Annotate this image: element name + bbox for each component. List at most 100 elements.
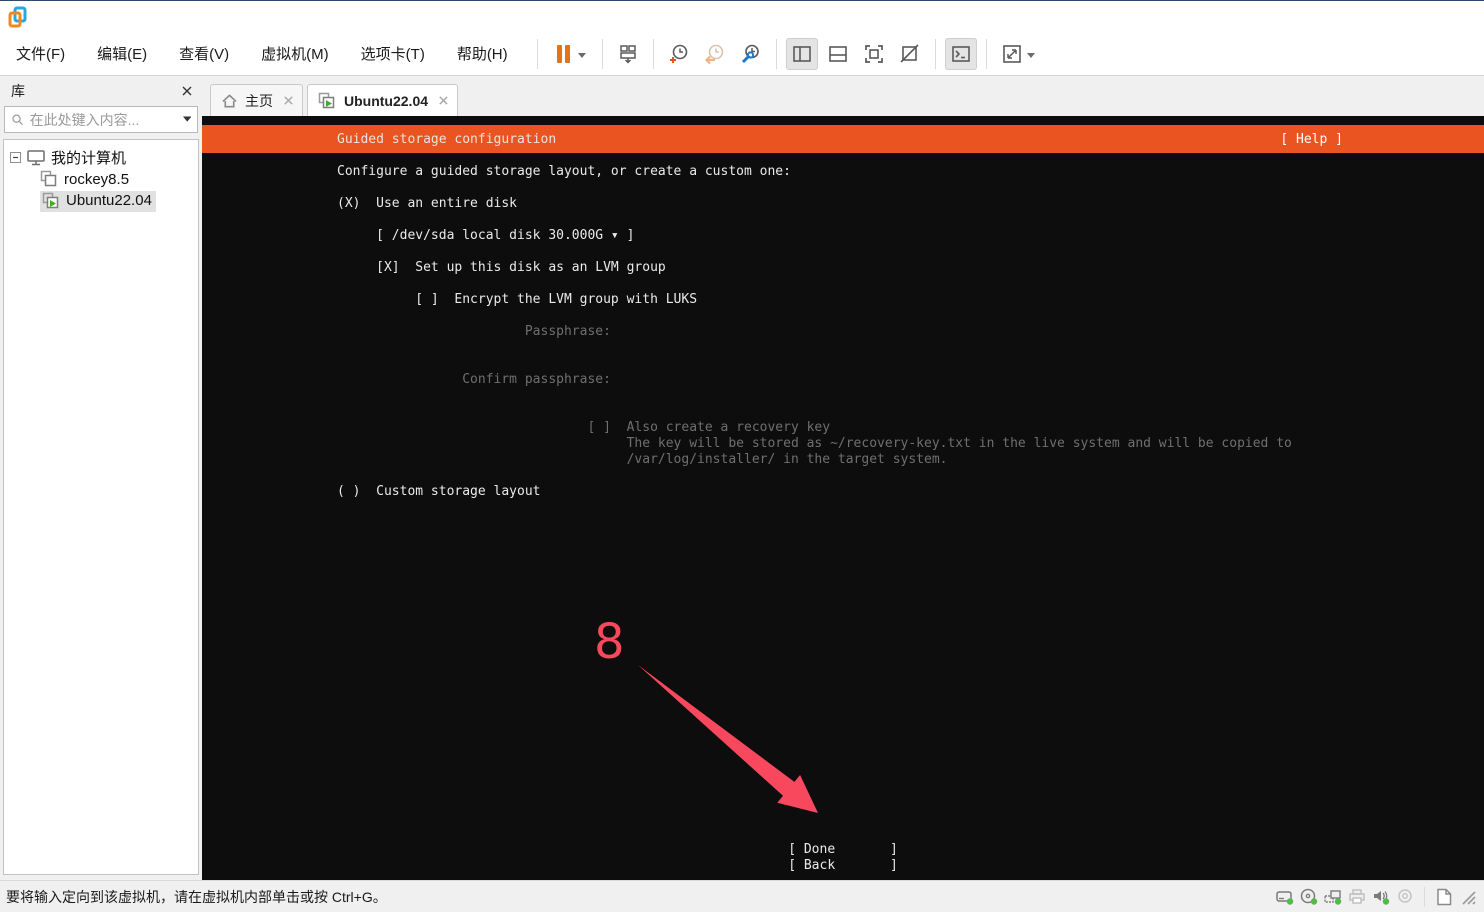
help-button[interactable]: [ Help ] [1280,132,1343,147]
menu-file[interactable]: 文件(F) [6,37,75,70]
separator [652,38,654,69]
main-area: 库 在此处键入内容... 我的计算机 rockey8.5 Ubuntu22.04… [0,76,1484,880]
close-icon[interactable] [438,95,449,106]
home-icon [222,93,237,107]
manage-snapshots-icon [741,44,759,63]
network-adapter-icon[interactable] [1321,886,1345,908]
fit-guest-button[interactable] [996,38,1042,70]
hard-disk-icon[interactable] [1273,886,1297,908]
unity-mode-icon [900,43,919,63]
tab-bar: 主页 Ubuntu22.04 [202,76,1484,116]
take-snapshot-button[interactable] [663,38,695,70]
recovery-key-description: The key will be stored as ~/recovery-key… [337,436,1292,451]
tab-home[interactable]: 主页 [210,84,303,116]
tree-item-ubuntu[interactable]: Ubuntu22.04 [10,190,198,212]
separator [934,38,936,69]
disk-select-dropdown[interactable]: [ /dev/sda local disk 30.000G ▾ ] [337,228,1484,244]
menu-tabs[interactable]: 选项卡(T) [351,37,435,70]
menu-edit[interactable]: 编辑(E) [87,37,157,70]
computer-icon [27,149,45,165]
title-bar [0,1,1484,32]
intro-text: Configure a guided storage layout, or cr… [337,164,791,179]
status-bar: 要将输入定向到该虚拟机，请在虚拟机内部单击或按 Ctrl+G。 [0,880,1484,912]
webcam-icon[interactable] [1393,886,1417,908]
show-thumbnail-bar-toggle[interactable] [822,38,854,70]
fit-guest-icon [1002,44,1035,63]
send-ctrl-alt-del-button[interactable] [612,38,644,70]
close-icon[interactable] [283,95,294,106]
installer-footer: [ Done ] [ Back ] [202,842,1484,874]
take-snapshot-icon [669,44,687,63]
fullscreen-icon [864,44,883,63]
fullscreen-button[interactable] [858,38,890,70]
menu-view[interactable]: 查看(V) [169,37,239,70]
cd-rom-icon[interactable] [1297,886,1321,908]
installer-body: Configure a guided storage layout, or cr… [337,164,1484,500]
unity-mode-button[interactable] [894,38,926,70]
vm-icon [40,170,57,187]
pause-button[interactable] [547,38,593,70]
resize-grip[interactable] [1456,886,1480,908]
confirm-passphrase-label: Confirm passphrase: [337,372,611,387]
menu-help[interactable]: 帮助(H) [447,37,518,70]
collapse-icon[interactable] [10,151,21,163]
library-title: 库 [11,83,25,99]
checkbox-recovery-key: [ ] Also create a recovery key [337,420,831,435]
separator [775,38,777,69]
done-button[interactable]: [ Done ] [202,842,1484,858]
tab-label: 主页 [245,92,273,109]
checkbox-lvm-group[interactable]: [X] Set up this disk as an LVM group [337,260,1484,276]
show-library-toggle[interactable] [785,37,818,70]
separator [601,38,603,69]
message-icon[interactable] [1432,886,1456,908]
content-area: 主页 Ubuntu22.04 Guided storage configurat… [202,76,1484,880]
search-input[interactable] [29,111,183,128]
menu-vm[interactable]: 虚拟机(M) [251,37,339,70]
manage-snapshots-button[interactable] [735,38,767,70]
revert-snapshot-button[interactable] [699,38,731,70]
chevron-down-icon[interactable] [182,116,192,123]
pause-icon [556,44,586,63]
tree-item-label: Ubuntu22.04 [66,192,152,209]
tree-item-rockey[interactable]: rockey8.5 [10,168,198,190]
vm-running-icon [318,92,335,108]
library-panel-icon [792,45,811,62]
close-icon[interactable] [181,85,193,97]
passphrase-label: Passphrase: [337,324,611,339]
console-icon [951,45,970,62]
separator [985,38,987,69]
library-panel: 库 在此处键入内容... 我的计算机 rockey8.5 Ubuntu22.04 [0,76,202,880]
vmware-logo-icon [8,6,27,27]
tree-item-my-computer[interactable]: 我的计算机 [10,146,198,168]
sound-icon[interactable] [1369,886,1393,908]
revert-snapshot-icon [704,44,723,64]
vmware-workstation-window: 文件(F) 编辑(E) 查看(V) 虚拟机(M) 选项卡(T) 帮助(H) 库 … [0,0,1484,912]
console-view-toggle[interactable] [944,37,977,70]
checkbox-encrypt-luks[interactable]: [ ] Encrypt the LVM group with LUKS [337,292,1484,308]
tree-item-label: 我的计算机 [51,149,127,167]
menu-toolbar: 文件(F) 编辑(E) 查看(V) 虚拟机(M) 选项卡(T) 帮助(H) [0,32,1484,76]
annotation-number: 8 [594,614,625,670]
radio-custom-storage[interactable]: ( ) Custom storage layout [337,484,1484,500]
installer-title: Guided storage configuration [337,131,557,147]
printer-icon[interactable] [1345,886,1369,908]
tab-ubuntu[interactable]: Ubuntu22.04 [307,84,459,116]
back-button[interactable]: [ Back ] [202,858,1484,874]
vm-running-icon [42,192,59,208]
installer-header-bar: Guided storage configuration [ Help ] [202,125,1484,153]
vm-console-screen[interactable]: Guided storage configuration [ Help ] Co… [202,116,1484,880]
radio-use-entire-disk[interactable]: (X) Use an entire disk [337,196,1484,212]
library-search[interactable] [4,106,198,133]
separator [1424,886,1425,907]
status-message: 要将输入定向到该虚拟机，请在虚拟机内部单击或按 Ctrl+G。 [6,888,387,905]
send-ctrl-alt-del-icon [619,44,636,64]
